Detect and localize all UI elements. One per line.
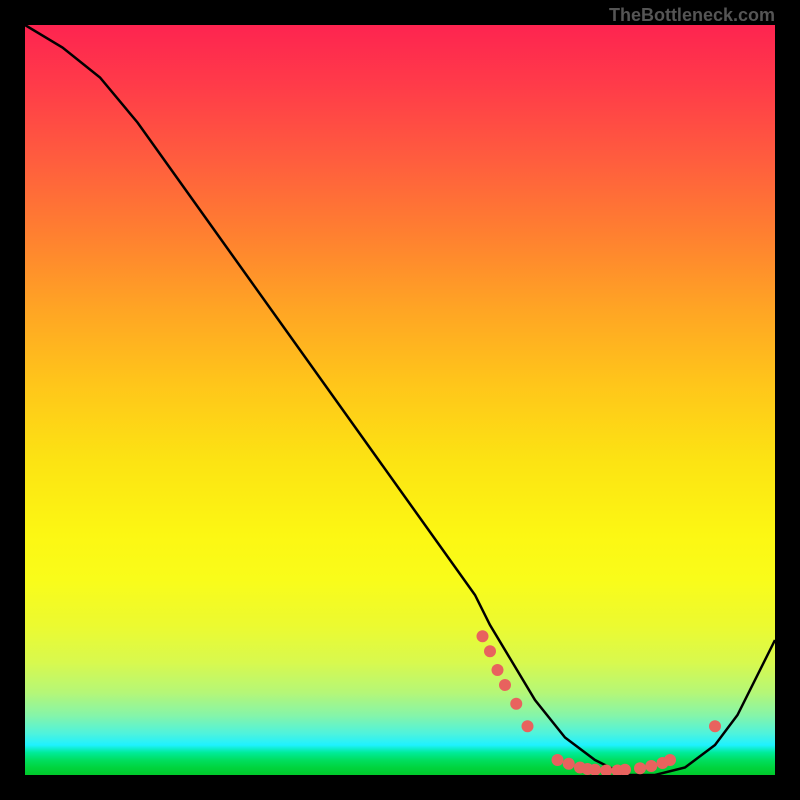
data-point [600,765,612,776]
data-point [645,760,657,772]
watermark-text: TheBottleneck.com [609,5,775,26]
data-point [619,764,631,775]
data-point [563,758,575,770]
data-point [492,664,504,676]
data-point [664,754,676,766]
chart-area [25,25,775,775]
data-point [634,762,646,774]
data-point [484,645,496,657]
chart-svg [25,25,775,775]
data-point [510,698,522,710]
data-point [709,720,721,732]
bottleneck-curve-line [25,25,775,775]
data-point [477,630,489,642]
data-point [499,679,511,691]
data-point [552,754,564,766]
data-point [522,720,534,732]
data-points-group [477,630,722,775]
